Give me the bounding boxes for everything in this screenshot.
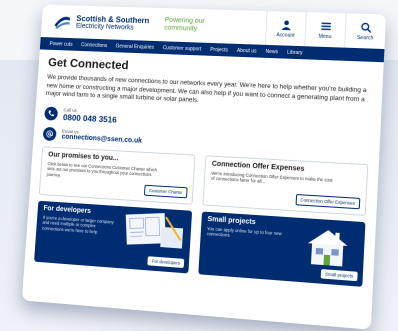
nav-item-about-us[interactable]: About us bbox=[237, 47, 257, 54]
ssen-logo-icon bbox=[54, 16, 71, 30]
promises-card: Our promises to you... Click below to se… bbox=[38, 145, 196, 205]
search-label: Search bbox=[356, 34, 374, 42]
search-button[interactable]: Search bbox=[343, 13, 387, 50]
nav-item-connections[interactable]: Connections bbox=[81, 42, 108, 49]
main-content: Get Connected We provide thousands of ne… bbox=[25, 49, 384, 287]
card-text: Click below to see our Connections Custo… bbox=[46, 160, 158, 178]
house-illustration bbox=[307, 228, 349, 266]
card-text: If you're a developer or larger company … bbox=[41, 214, 114, 235]
developers-card: For developers If you're a developer or … bbox=[34, 200, 193, 273]
account-button[interactable]: Account bbox=[264, 11, 306, 47]
email-icon-circle bbox=[42, 126, 57, 141]
phone-icon-circle bbox=[44, 106, 59, 121]
tagline: Powering our community bbox=[164, 17, 205, 34]
nav-item-library[interactable]: Library bbox=[287, 49, 303, 56]
customer-charter-button[interactable]: Customer Charter bbox=[143, 184, 188, 198]
blueprint-illustration bbox=[125, 212, 186, 249]
menu-icon bbox=[320, 22, 331, 30]
website-page: Scottish & Southern Electricity Networks… bbox=[21, 4, 387, 330]
nav-item-power-cuts[interactable]: Power cuts bbox=[49, 41, 72, 48]
offer-expenses-card: Connection Offer Expenses We're introduc… bbox=[202, 154, 369, 216]
tilted-page-stage: Scottish & Southern Electricity Networks… bbox=[21, 4, 387, 330]
nav-item-general-enquiries[interactable]: General Enquiries bbox=[116, 43, 155, 50]
nav-item-projects[interactable]: Projects bbox=[210, 46, 228, 53]
nav-item-news[interactable]: News bbox=[265, 48, 278, 54]
menu-button[interactable]: Menu bbox=[304, 12, 346, 48]
at-sign-icon bbox=[46, 129, 54, 137]
small-projects-card: Small projects You can apply online for … bbox=[198, 210, 366, 287]
phone-number[interactable]: 0800 048 3516 bbox=[63, 112, 117, 124]
search-icon bbox=[360, 21, 372, 32]
tagline-line-2: community bbox=[163, 24, 198, 33]
nav-item-customer-support[interactable]: Customer support bbox=[162, 45, 201, 52]
phone-icon bbox=[48, 110, 55, 117]
ssen-logo[interactable]: Scottish & Southern Electricity Networks bbox=[52, 12, 150, 34]
card-text: You can apply online for up to four new … bbox=[206, 225, 282, 238]
connection-offer-expenses-button[interactable]: Connection Offer Expenses bbox=[295, 193, 361, 209]
for-developers-button[interactable]: For developers bbox=[147, 255, 185, 268]
account-label: Account bbox=[276, 31, 295, 39]
person-icon bbox=[281, 19, 291, 30]
header-buttons: Account Menu Search bbox=[264, 11, 387, 50]
promo-cards: For developers If you're a developer or … bbox=[34, 200, 366, 287]
menu-label: Menu bbox=[318, 33, 332, 40]
